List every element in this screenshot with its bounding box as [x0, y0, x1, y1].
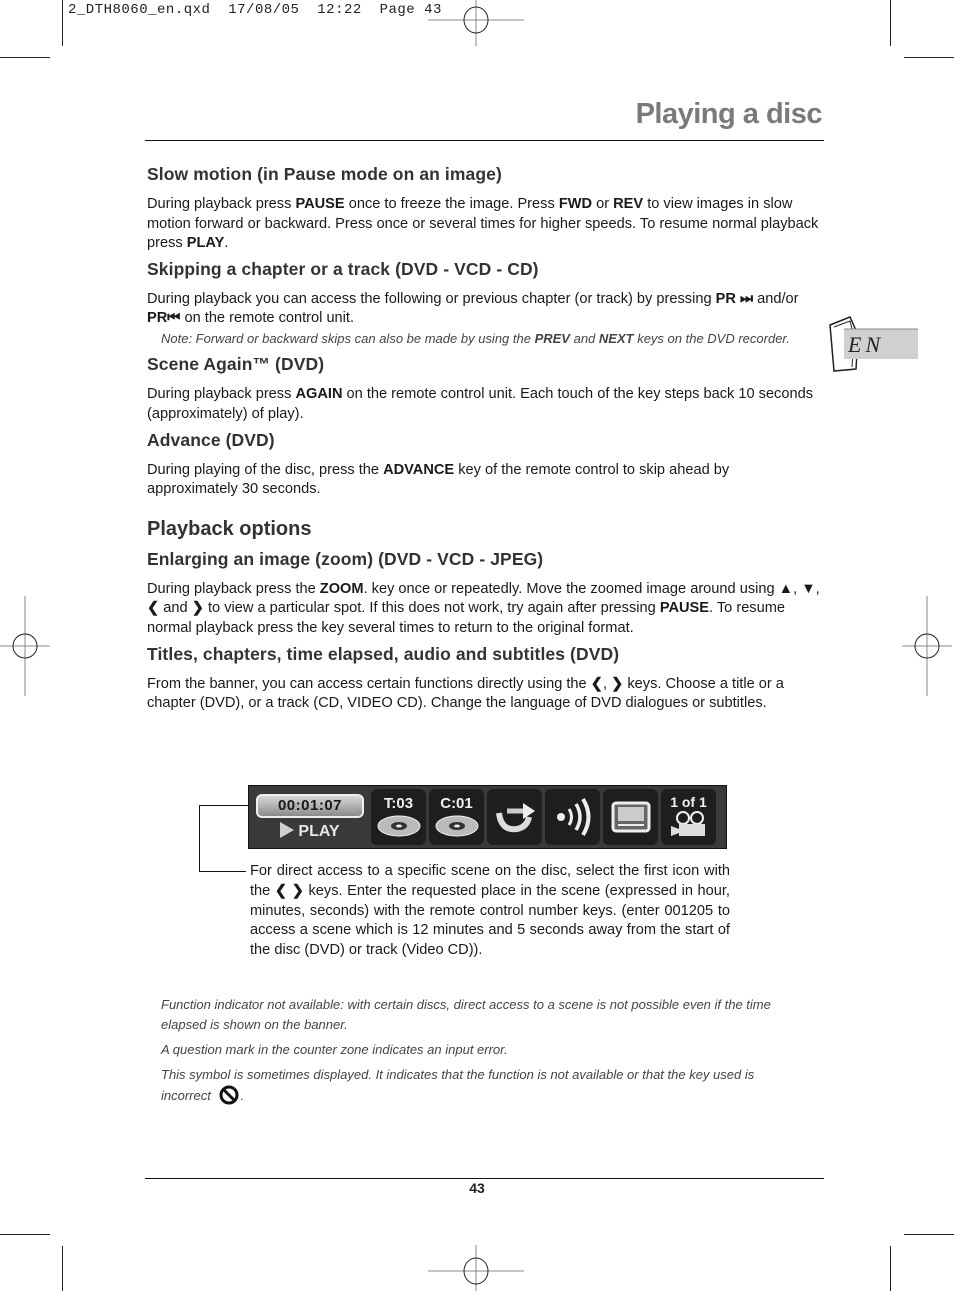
repeat-icon[interactable]	[487, 789, 542, 845]
sound-waves-icon	[556, 797, 590, 837]
key-name: ❯	[611, 675, 624, 692]
section-note: Note: Forward or backward skips can also…	[161, 330, 790, 346]
subtitle-screen-icon[interactable]	[603, 789, 658, 845]
footnotes: Function indicator not available: with c…	[161, 995, 791, 1111]
section-heading: Titles, chapters, time elapsed, audio an…	[147, 643, 620, 664]
crop-mark	[0, 1234, 50, 1235]
main-content: Slow motion (in Pause mode on an image) …	[147, 164, 821, 719]
section-slow-motion: Slow motion (in Pause mode on an image) …	[147, 164, 821, 254]
section-zoom: Enlarging an image (zoom) (DVD - VCD - J…	[147, 549, 821, 639]
chapter-label: C:01	[440, 795, 473, 812]
key-name: PAUSE	[659, 600, 710, 617]
disc-icon	[377, 815, 420, 837]
key-name: ❮ ❯	[274, 882, 304, 899]
banner-callout-text: For direct access to a specific scene on…	[250, 863, 730, 959]
dvd-info-banner: 00:01:07 PLAY T:03 C:01 1 of 1	[248, 785, 727, 849]
page-title: Playing a disc	[635, 98, 823, 130]
key-name: ZOOM	[319, 580, 364, 597]
section-skipping: Skipping a chapter or a track (DVD - VCD…	[147, 259, 821, 349]
key-name: ▼	[801, 580, 816, 597]
callout-leader	[199, 871, 246, 872]
camera-angle-icon[interactable]: 1 of 1	[661, 789, 716, 845]
key-name: ADVANCE	[383, 461, 455, 478]
section-advance: Advance (DVD) During playing of the disc…	[147, 430, 821, 500]
section-body: During playing of the disc, press the AD…	[147, 461, 730, 498]
play-status: PLAY	[280, 821, 340, 841]
play-icon	[280, 821, 295, 838]
footnote: A question mark in the counter zone indi…	[161, 1042, 508, 1057]
title-rule	[145, 140, 824, 141]
prohibited-icon	[219, 1085, 239, 1105]
play-status-label: PLAY	[298, 822, 340, 840]
chapter-disc-icon[interactable]: C:01	[429, 789, 484, 845]
section-body: From the banner, you can access certain …	[147, 675, 784, 712]
section-scene-again: Scene Again™ (DVD) During playback press…	[147, 354, 821, 424]
footer-rule	[145, 1178, 824, 1179]
slug-page: Page 43	[379, 2, 442, 18]
section-heading: Enlarging an image (zoom) (DVD - VCD - J…	[147, 548, 544, 569]
key-name: ▲	[778, 580, 794, 597]
title-disc-icon[interactable]: T:03	[371, 789, 426, 845]
crop-mark	[890, 0, 891, 46]
audio-icon[interactable]	[545, 789, 600, 845]
playback-options-title: Playback options	[147, 517, 312, 540]
crop-mark	[890, 1246, 891, 1291]
screen-icon	[611, 801, 650, 833]
key-name: ❮	[147, 600, 160, 617]
callout-leader	[199, 805, 200, 872]
section-titles-chapters: Titles, chapters, time elapsed, audio an…	[147, 644, 821, 714]
slug-date: 17/08/05	[228, 2, 300, 18]
key-name: AGAIN	[295, 386, 343, 403]
key-name: ❯	[191, 600, 204, 617]
key-name: PAUSE	[295, 196, 345, 212]
section-heading: Skipping a chapter or a track (DVD - VCD…	[147, 258, 539, 279]
section-body: During playback press AGAIN on the remot…	[147, 386, 814, 423]
section-heading: Scene Again™ (DVD)	[147, 354, 325, 375]
print-slug: 2_DTH8060_en.qxd 17/08/05 12:22 Page 43	[68, 2, 442, 18]
repeat-arrow-icon	[495, 803, 535, 833]
disc-icon	[435, 815, 478, 837]
footnote: This symbol is sometimes displayed. It i…	[161, 1067, 755, 1105]
registration-mark-icon	[428, 1245, 524, 1291]
crop-mark	[0, 57, 50, 58]
title-label: T:03	[383, 795, 414, 812]
registration-mark-icon	[0, 596, 50, 696]
footnote: Function indicator not available: with c…	[161, 997, 771, 1032]
key-name: ❮	[590, 675, 603, 692]
page-number: 43	[469, 1180, 485, 1196]
callout-leader	[199, 805, 248, 806]
key-name: REV	[613, 196, 644, 212]
key-name: PREV	[534, 330, 570, 346]
elapsed-time-counter: 00:01:07	[256, 793, 364, 818]
footnote-text: This symbol is sometimes displayed. It i…	[161, 1067, 755, 1103]
key-name: FWD	[558, 196, 593, 212]
movie-camera-icon	[670, 811, 705, 836]
crop-mark	[62, 1246, 63, 1291]
section-body: During playback press the ZOOM. key once…	[147, 580, 820, 637]
section-body: During playback press PAUSE once to free…	[147, 196, 819, 252]
key-name: PR⏮	[147, 310, 181, 327]
crop-mark	[62, 0, 63, 46]
section-heading: Advance (DVD)	[147, 429, 275, 450]
language-label: EN	[848, 332, 885, 357]
key-name: PR ⏭	[715, 290, 754, 307]
time-counter-icon[interactable]: 00:01:07 PLAY	[252, 788, 368, 846]
slug-time: 12:22	[317, 2, 362, 18]
section-body: During playback you can access the follo…	[147, 290, 799, 327]
section-heading: Slow motion (in Pause mode on an image)	[147, 164, 502, 184]
slug-file: 2_DTH8060_en.qxd	[68, 2, 211, 18]
crop-mark	[904, 57, 954, 58]
key-name: NEXT	[598, 330, 634, 346]
angle-label: 1 of 1	[670, 794, 707, 810]
key-name: PLAY	[186, 235, 225, 252]
registration-mark-icon	[902, 596, 952, 696]
registration-mark-icon	[428, 0, 524, 46]
crop-mark	[904, 1234, 954, 1235]
